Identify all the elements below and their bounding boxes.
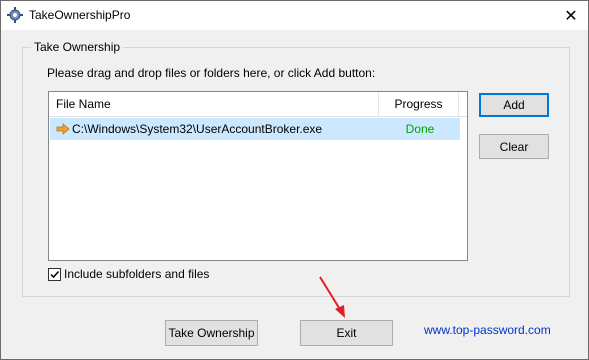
column-header-progress[interactable]: Progress: [379, 92, 459, 116]
window-title: TakeOwnershipPro: [29, 8, 131, 22]
include-subfolders-option[interactable]: Include subfolders and files: [48, 267, 209, 281]
column-header-file-name[interactable]: File Name: [49, 92, 379, 116]
close-button[interactable]: ✕: [554, 1, 588, 30]
list-header: File Name Progress: [49, 92, 467, 117]
annotation-arrow-icon: [319, 276, 345, 318]
row-file-name: C:\Windows\System32\UserAccountBroker.ex…: [72, 122, 323, 136]
add-button[interactable]: Add: [479, 93, 549, 117]
take-ownership-button[interactable]: Take Ownership: [165, 320, 258, 346]
include-subfolders-checkbox[interactable]: [48, 267, 61, 281]
arrow-right-icon: [56, 122, 70, 136]
include-subfolders-label[interactable]: Include subfolders and files: [64, 267, 209, 281]
title-bar[interactable]: TakeOwnershipPro ✕: [1, 1, 588, 30]
clear-button[interactable]: Clear: [479, 134, 549, 159]
exit-button[interactable]: Exit: [300, 320, 393, 346]
app-window: TakeOwnershipPro ✕ Take Ownership Please…: [0, 0, 589, 360]
website-link[interactable]: www.top-password.com: [424, 323, 551, 337]
row-progress-status: Done: [405, 122, 435, 136]
instructions-text: Please drag and drop files or folders he…: [47, 66, 376, 80]
group-legend: Take Ownership: [31, 40, 124, 54]
list-item[interactable]: C:\Windows\System32\UserAccountBroker.ex…: [50, 118, 460, 140]
app-gear-icon: [7, 7, 23, 23]
file-list[interactable]: File Name Progress C:\Windows\System32\U…: [48, 91, 468, 261]
